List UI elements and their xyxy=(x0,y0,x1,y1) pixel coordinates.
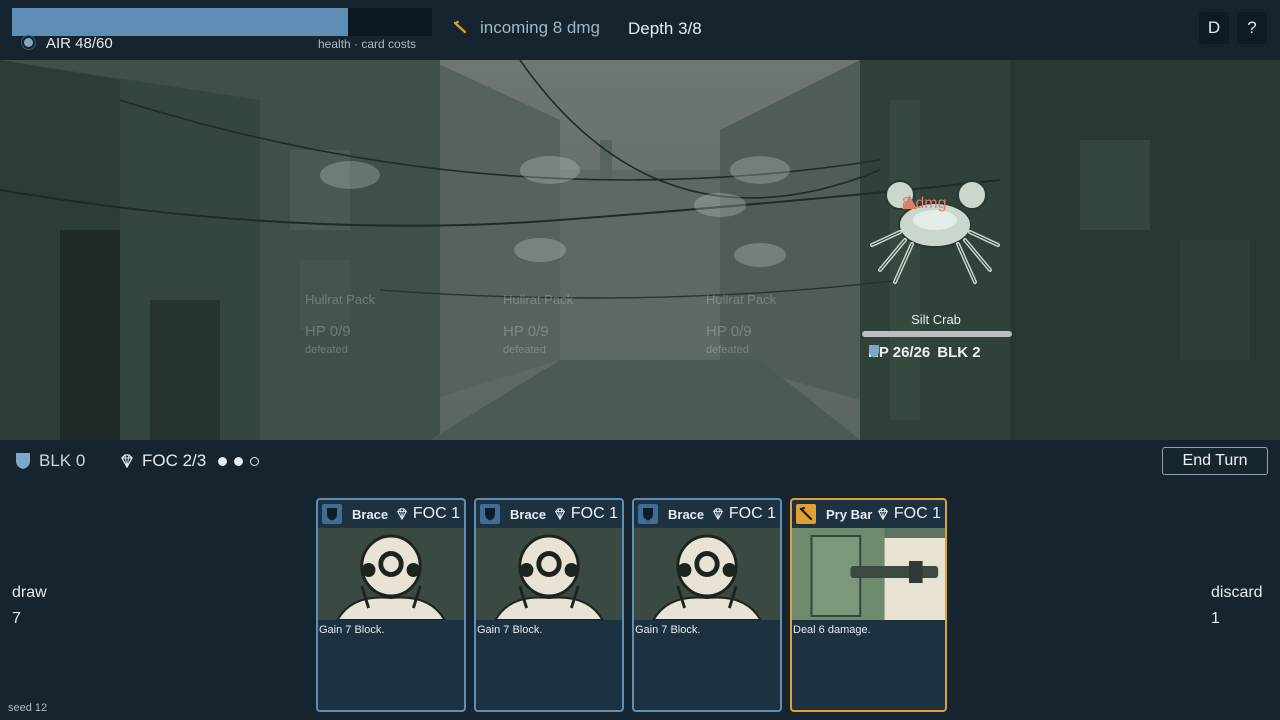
card-cost-value: FOC 1 xyxy=(893,505,941,522)
player-focus: FOC 2/3 xyxy=(120,451,260,471)
player-focus-value: FOC 2/3 xyxy=(142,451,207,470)
help-button[interactable]: ? xyxy=(1237,12,1267,44)
hand-card[interactable]: Brace FOC 1 Gain 7 Block. xyxy=(632,498,782,712)
air-caption: health · card costs xyxy=(318,37,417,51)
card-cost: FOC 1 xyxy=(396,505,460,523)
enemy-name: Hullrat Pack xyxy=(503,292,574,307)
card-art xyxy=(318,528,464,620)
shield-icon xyxy=(869,345,879,358)
enemy-intent: 8 dmg xyxy=(902,195,946,213)
card-header: Brace FOC 1 xyxy=(634,500,780,528)
card-description: Gain 7 Block. xyxy=(477,624,543,636)
draw-pile-count: 7 xyxy=(12,610,21,627)
street-background xyxy=(0,60,1280,440)
player-block-value: BLK 0 xyxy=(39,451,86,470)
battle-scene: Hullrat Pack HP 0/9 defeated Hullrat Pac… xyxy=(0,60,1280,440)
enemy-state: defeated xyxy=(503,344,546,356)
card-cost-value: FOC 1 xyxy=(570,505,618,522)
card-name: Brace xyxy=(668,506,705,522)
card-header: Brace FOC 1 xyxy=(476,500,622,528)
hand-card[interactable]: Pry Bar FOC 1 Deal 6 damage. xyxy=(790,498,947,712)
discard-pile-label[interactable]: discard xyxy=(1211,584,1263,602)
card-header: Brace FOC 1 xyxy=(318,500,464,528)
enemy-hullrat-2: Hullrat Pack HP 0/9 defeated xyxy=(503,292,663,356)
crowbar-icon xyxy=(453,21,467,34)
air-bar-fill xyxy=(12,8,348,36)
enemy-hullrat-1: Hullrat Pack HP 0/9 defeated xyxy=(305,292,465,356)
card-header: Pry Bar FOC 1 xyxy=(792,500,945,528)
seed-label: seed 12 xyxy=(8,702,48,714)
hand-area: draw 7 discard 1 seed 12 Brace FOC 1 Gain … xyxy=(0,484,1280,720)
card-description: Deal 6 damage. xyxy=(793,624,871,636)
enemy-block: BLK 2 xyxy=(937,344,981,361)
hand-card[interactable]: Brace FOC 1 Gain 7 Block. xyxy=(316,498,466,712)
enemy-health-bar xyxy=(862,331,1012,337)
enemy-hullrat-3: Hullrat Pack HP 0/9 defeated xyxy=(706,292,866,356)
gem-icon xyxy=(877,508,888,520)
shield-icon xyxy=(322,504,342,524)
card-cost-value: FOC 1 xyxy=(412,505,460,522)
card-cost: FOC 1 xyxy=(712,505,776,523)
incoming-damage-text: incoming 8 dmg xyxy=(480,18,601,37)
card-name: Brace xyxy=(352,506,389,522)
enemy-hp: HP 0/9 xyxy=(706,323,752,340)
enemy-name: Silt Crab xyxy=(911,312,961,327)
shield-icon xyxy=(480,504,500,524)
shield-icon xyxy=(16,453,30,469)
enemy-name: Hullrat Pack xyxy=(305,292,376,307)
enemy-state: defeated xyxy=(305,344,348,356)
top-hud: AIR 48/60 health · card costs incoming 8… xyxy=(0,0,1280,60)
deck-button[interactable]: D xyxy=(1199,12,1229,44)
enemy-hp: HP 0/9 xyxy=(503,323,549,340)
focus-pip-filled xyxy=(218,456,228,466)
hand-card[interactable]: Brace FOC 1 Gain 7 Block. xyxy=(474,498,624,712)
card-cost: FOC 1 xyxy=(554,505,618,523)
card-cost-value: FOC 1 xyxy=(728,505,776,522)
crowbar-icon xyxy=(796,504,816,524)
card-art xyxy=(634,528,780,620)
card-description: Gain 7 Block. xyxy=(635,624,701,636)
depth-indicator: Depth 3/8 xyxy=(628,19,702,38)
enemy-hp: HP 0/9 xyxy=(305,323,351,340)
gem-icon xyxy=(712,508,723,520)
gem-icon xyxy=(554,508,565,520)
enemy-state: defeated xyxy=(706,344,749,356)
air-label: AIR 48/60 xyxy=(46,35,113,52)
gem-icon xyxy=(396,508,407,520)
shield-icon xyxy=(638,504,658,524)
card-description: Gain 7 Block. xyxy=(319,624,385,636)
draw-pile-label[interactable]: draw xyxy=(12,584,47,602)
card-name: Pry Bar xyxy=(826,506,873,522)
card-art xyxy=(792,528,945,620)
focus-pip-empty xyxy=(250,456,260,466)
discard-pile-count: 1 xyxy=(1211,610,1220,627)
gem-icon xyxy=(121,454,133,468)
player-block: BLK 0 xyxy=(15,451,85,471)
card-art xyxy=(476,528,622,620)
warning-triangle-icon xyxy=(902,195,917,209)
focus-pips xyxy=(218,456,260,466)
focus-pip-filled xyxy=(234,456,244,466)
enemy-name: Hullrat Pack xyxy=(706,292,777,307)
card-cost: FOC 1 xyxy=(877,505,941,523)
enemy-stats: HP 26/26 BLK 2 xyxy=(868,344,981,361)
incoming-damage: incoming 8 dmg xyxy=(452,18,600,38)
air-icon xyxy=(24,38,33,47)
card-name: Brace xyxy=(510,506,547,522)
end-turn-button[interactable]: End Turn xyxy=(1162,447,1268,475)
player-status-bar: BLK 0 FOC 2/3 End Turn xyxy=(0,440,1280,484)
air-bar xyxy=(12,8,432,36)
